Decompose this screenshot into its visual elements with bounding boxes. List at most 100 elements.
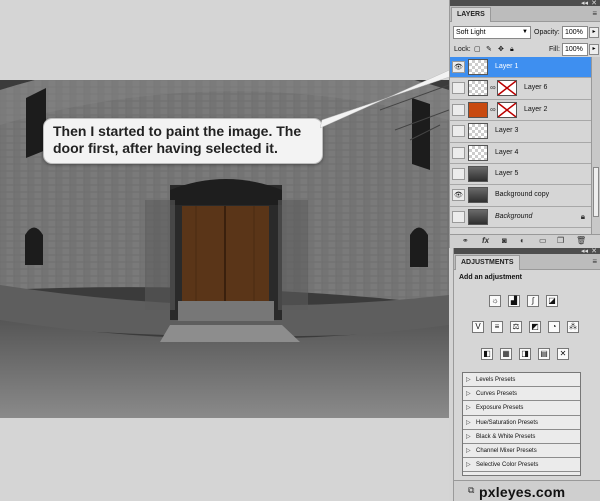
layer-mask-thumbnail[interactable] (497, 80, 517, 97)
preset-label: Exposure Presets (476, 405, 524, 412)
layer-name: Layer 5 (495, 169, 519, 177)
threshold-icon[interactable]: ◨ (519, 348, 531, 360)
opacity-slider-arrow[interactable]: ▸ (589, 27, 599, 38)
adj-menu-icon[interactable]: ≡ (592, 257, 597, 266)
lock-all-icon[interactable]: 🔒︎ (510, 44, 514, 55)
expand-triangle-icon[interactable]: ▷ (466, 430, 471, 444)
adjustment-layer-icon[interactable]: ◐ (520, 236, 525, 245)
black-white-icon[interactable]: ◩ (529, 321, 541, 333)
visibility-toggle[interactable] (452, 146, 465, 159)
layer-thumbnail (468, 165, 488, 182)
watermark-logo: pxleyes.com (479, 484, 566, 500)
layer-list: 👁︎ Layer 1 ∞ Layer 6 ∞ Layer 2 Layer 3 Layer 4 L… (450, 57, 591, 234)
lock-icon: 🔒︎ (580, 211, 585, 221)
visibility-toggle[interactable] (452, 210, 465, 223)
preset-label: Channel Mixer Presets (476, 447, 537, 454)
lock-label: Lock: (454, 46, 471, 53)
layer-name: Layer 3 (495, 127, 519, 135)
vibrance-icon[interactable]: V (472, 321, 484, 333)
preset-item[interactable]: ▷ Black & White Presets (463, 430, 580, 444)
layer-row[interactable]: 👁︎ Layer 1 (450, 57, 591, 79)
document-canvas[interactable]: Then I started to paint the image. The d… (0, 0, 459, 501)
layer-thumbnail (468, 187, 488, 204)
layer-row[interactable]: Background 🔒︎ (450, 207, 591, 229)
exposure-icon[interactable]: ◪ (546, 295, 558, 307)
preset-item[interactable]: ▷ Hue/Saturation Presets (463, 416, 580, 430)
layer-thumbnail (468, 144, 488, 161)
preset-label: Black & White Presets (476, 433, 536, 440)
eye-icon[interactable]: 👁︎ (452, 189, 465, 202)
layers-scrollbar[interactable] (591, 57, 600, 234)
hue-saturation-icon[interactable]: ≡ (491, 321, 503, 333)
layer-name: Background (495, 212, 533, 220)
layer-row[interactable]: Layer 3 (450, 121, 591, 143)
visibility-toggle[interactable] (452, 103, 465, 116)
expand-triangle-icon[interactable]: ▷ (466, 416, 471, 430)
fill-label: Fill: (549, 46, 560, 53)
preset-item[interactable]: ▷ Levels Presets (463, 373, 580, 388)
layer-row[interactable]: Layer 4 (450, 143, 591, 164)
invert-icon[interactable]: ◧ (481, 348, 493, 360)
lock-position-icon[interactable]: ✥ (498, 44, 504, 55)
chain-link-icon[interactable]: ∞ (490, 105, 496, 114)
layer-thumbnail (468, 59, 488, 75)
preset-item[interactable]: ▷ Exposure Presets (463, 401, 580, 416)
layer-row[interactable]: ∞ Layer 6 (450, 78, 591, 100)
layer-thumbnail (468, 123, 488, 140)
visibility-toggle[interactable] (452, 125, 465, 138)
tab-layers[interactable]: LAYERS (451, 7, 491, 22)
preset-label: Curves Presets (476, 391, 518, 398)
preset-label: Levels Presets (476, 377, 516, 383)
blend-mode-value: Soft Light (456, 29, 486, 36)
chain-link-icon[interactable]: ∞ (490, 83, 496, 92)
levels-icon[interactable]: ▟ (508, 295, 520, 307)
link-layers-icon[interactable]: ⚭ (462, 236, 469, 245)
visibility-toggle[interactable] (452, 167, 465, 180)
fill-slider-arrow[interactable]: ▸ (589, 44, 599, 55)
preset-label: Hue/Saturation Presets (476, 419, 539, 426)
layer-style-icon[interactable]: fx (482, 236, 489, 245)
layer-name: Layer 2 (524, 105, 548, 113)
posterize-icon[interactable]: ▦ (500, 348, 512, 360)
fill-input[interactable]: 100% (562, 43, 588, 56)
gradient-map-icon[interactable]: ▤ (538, 348, 550, 360)
eye-icon[interactable]: 👁︎ (452, 61, 465, 73)
layer-thumbnail (468, 208, 488, 225)
panel-menu-icon[interactable]: ≡ (592, 9, 597, 18)
expand-triangle-icon[interactable]: ▷ (466, 458, 471, 472)
photo-filter-icon[interactable]: ◔ (548, 321, 560, 333)
scrollbar-thumb[interactable] (593, 167, 599, 217)
lock-pixels-icon[interactable]: ✎ (486, 44, 492, 55)
preset-item[interactable]: ▷ Selective Color Presets (463, 458, 580, 473)
trash-icon[interactable]: 🗑︎ (576, 236, 586, 245)
adjustments-panel: ◂◂ ✕ ADJUSTMENTS ≡ Add an adjustment ☼ ▟… (453, 248, 600, 501)
preset-item[interactable]: ▷ Curves Presets (463, 387, 580, 402)
expand-triangle-icon[interactable]: ▷ (466, 373, 471, 387)
lock-transparent-icon[interactable]: ▢ (474, 44, 481, 55)
adjustments-footer: ⧉ pxleyes.com (454, 480, 600, 501)
brightness-contrast-icon[interactable]: ☼ (489, 295, 501, 307)
expand-triangle-icon[interactable]: ▷ (466, 401, 471, 415)
selective-color-icon[interactable]: ✕ (557, 348, 569, 360)
blend-mode-select[interactable]: Soft Light ▼ (453, 26, 531, 39)
preset-item[interactable]: ▷ Channel Mixer Presets (463, 444, 580, 459)
channel-mixer-icon[interactable]: ⁂ (567, 321, 579, 333)
layer-mask-thumbnail[interactable] (497, 101, 517, 118)
chevron-down-icon: ▼ (522, 29, 528, 35)
new-layer-icon[interactable]: ❐ (557, 236, 564, 245)
layer-row[interactable]: Layer 5 (450, 164, 591, 186)
new-group-icon[interactable]: ▭ (539, 236, 547, 245)
add-mask-icon[interactable]: ◙ (502, 236, 507, 245)
layer-name: Layer 1 (495, 63, 519, 70)
curves-icon[interactable]: ∫ (527, 295, 539, 307)
clip-layer-icon[interactable]: ⧉ (468, 485, 474, 496)
expand-triangle-icon[interactable]: ▷ (466, 444, 471, 458)
lock-row: Lock: ▢ ✎ ✥ 🔒︎ Fill: 100% ▸ (450, 41, 600, 58)
opacity-input[interactable]: 100% (562, 26, 588, 39)
tab-adjustments[interactable]: ADJUSTMENTS (455, 255, 520, 270)
expand-triangle-icon[interactable]: ▷ (466, 387, 471, 401)
color-balance-icon[interactable]: ⚖ (510, 321, 522, 333)
layer-row[interactable]: ∞ Layer 2 (450, 100, 591, 122)
layer-row[interactable]: 👁︎ Background copy (450, 185, 591, 207)
visibility-toggle[interactable] (452, 82, 465, 95)
